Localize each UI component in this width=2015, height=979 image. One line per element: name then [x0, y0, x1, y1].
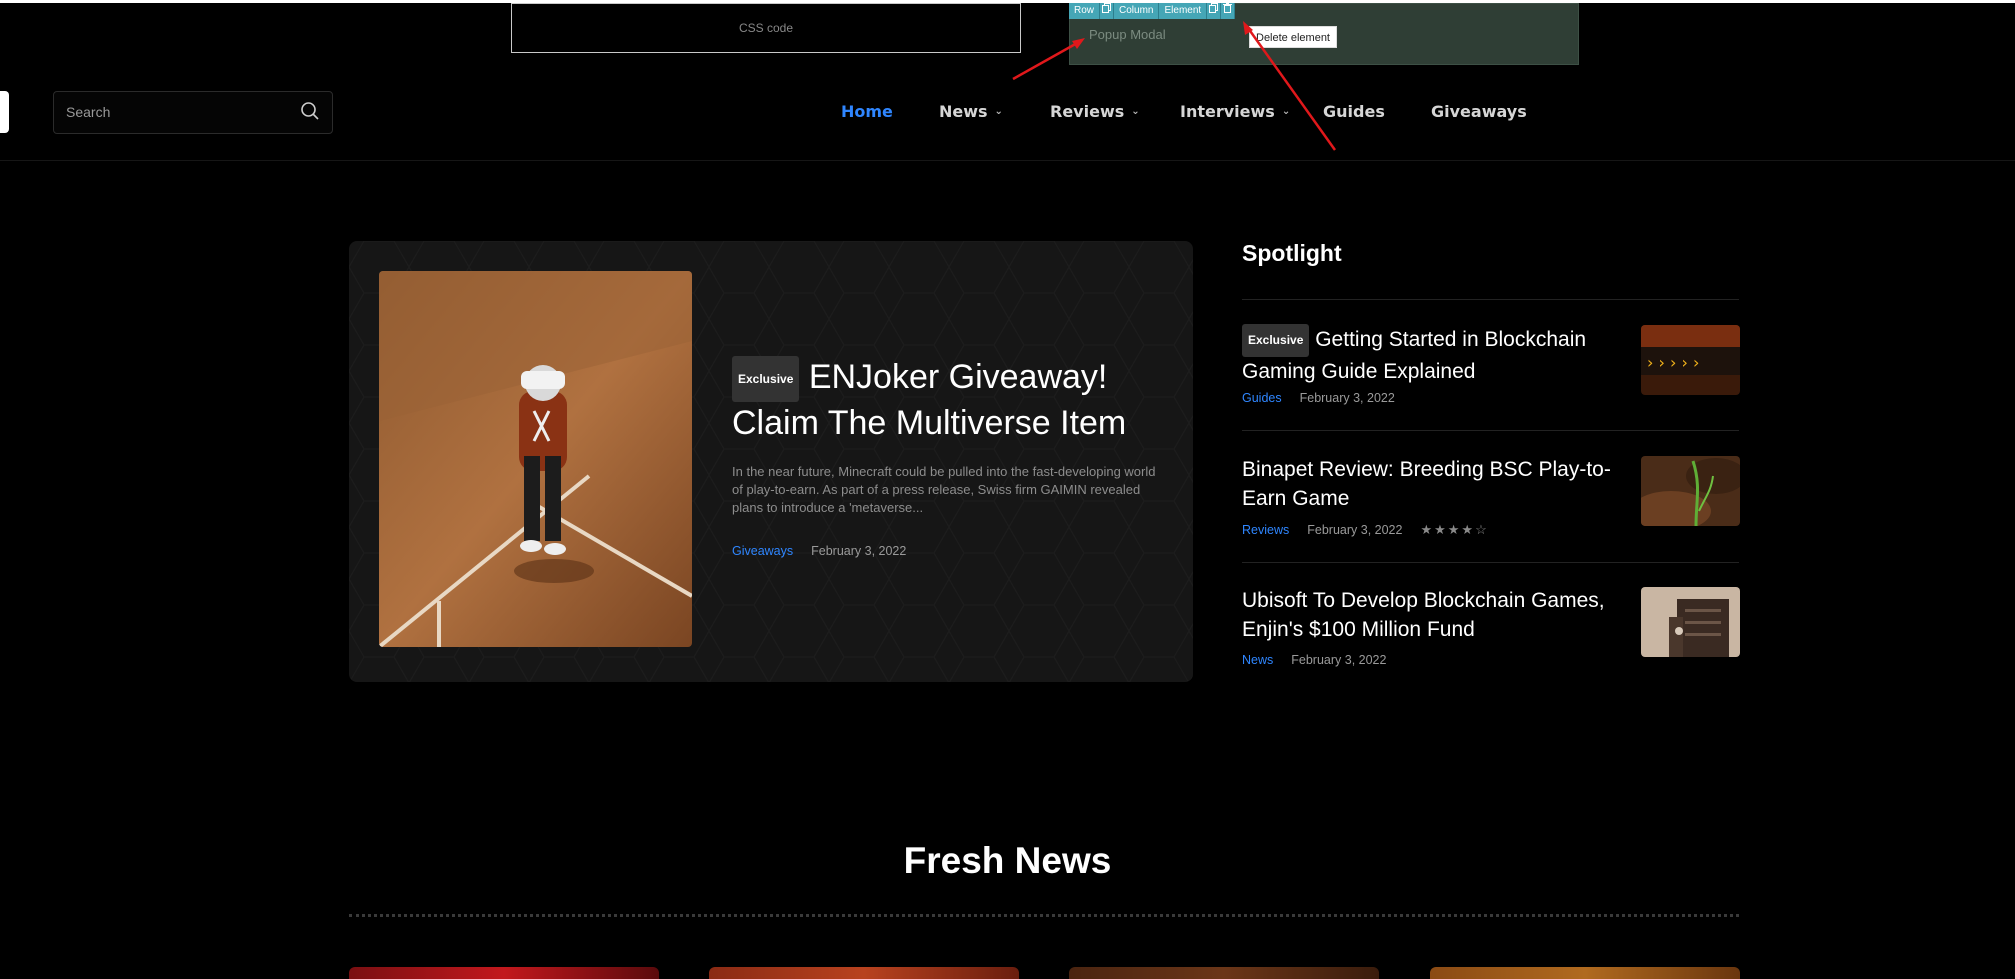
- rating-stars: ★★★★☆: [1420, 522, 1489, 537]
- spotlight-item-meta: News February 3, 2022: [1242, 653, 1386, 667]
- fresh-news-divider: [349, 914, 1739, 917]
- spotlight-item-meta: Guides February 3, 2022: [1242, 391, 1395, 405]
- chevron-down-icon: ⌄: [1131, 106, 1140, 117]
- spotlight-item-title-block[interactable]: Exclusive Getting Started in Blockchain …: [1242, 324, 1632, 386]
- spotlight-heading: Spotlight: [1242, 240, 1342, 266]
- featured-post-title-block[interactable]: Exclusive ENJoker Giveaway! Claim The Mu…: [732, 356, 1172, 444]
- nav-news[interactable]: News ⌄: [939, 102, 1003, 121]
- nav-news-label: News: [939, 102, 988, 121]
- header-divider: [0, 160, 2015, 161]
- spotlight-item-thumbnail[interactable]: › › › › ›: [1641, 325, 1740, 395]
- spotlight-item-category[interactable]: Reviews: [1242, 523, 1289, 537]
- spotlight-item-title[interactable]: Binapet Review: Breeding BSC Play-to-Ear…: [1242, 455, 1632, 513]
- edge-button[interactable]: [0, 91, 9, 133]
- nav-reviews-label: Reviews: [1050, 102, 1125, 121]
- fresh-news-card[interactable]: [1430, 967, 1740, 979]
- featured-post-image[interactable]: [379, 271, 692, 647]
- spotlight-item-date: February 3, 2022: [1291, 653, 1387, 667]
- spotlight-item-date: February 3, 2022: [1307, 523, 1403, 537]
- exclusive-badge: Exclusive: [1242, 324, 1310, 357]
- search-icon[interactable]: [300, 101, 320, 125]
- featured-post-date: February 3, 2022: [811, 544, 907, 558]
- nav-home[interactable]: Home: [841, 102, 893, 121]
- fresh-news-heading: Fresh News: [903, 840, 1112, 881]
- nav-interviews-label: Interviews: [1180, 102, 1275, 121]
- spotlight-divider: [1242, 562, 1739, 563]
- spotlight-divider: [1242, 430, 1739, 431]
- exclusive-badge: Exclusive: [732, 356, 800, 403]
- nav-giveaways[interactable]: Giveaways: [1431, 102, 1527, 121]
- fresh-news-card[interactable]: [349, 967, 659, 979]
- nav-giveaways-label: Giveaways: [1431, 102, 1527, 121]
- spotlight-item-thumbnail[interactable]: [1641, 587, 1740, 657]
- nav-reviews[interactable]: Reviews ⌄: [1050, 102, 1140, 121]
- featured-post-meta: Giveaways February 3, 2022: [732, 544, 906, 558]
- spotlight-item-category[interactable]: News: [1242, 653, 1273, 667]
- featured-post-category[interactable]: Giveaways: [732, 544, 793, 558]
- chevron-down-icon: ⌄: [994, 106, 1003, 117]
- nav-interviews[interactable]: Interviews ⌄: [1180, 102, 1290, 121]
- search-placeholder: Search: [66, 104, 111, 120]
- nav-guides-label: Guides: [1323, 102, 1385, 121]
- spotlight-item-category[interactable]: Guides: [1242, 391, 1282, 405]
- spotlight-item-meta: Reviews February 3, 2022 ★★★★☆: [1242, 522, 1489, 538]
- spotlight-item-title[interactable]: Ubisoft To Develop Blockchain Games, Enj…: [1242, 586, 1632, 644]
- nav-guides[interactable]: Guides: [1323, 102, 1385, 121]
- fresh-news-card[interactable]: [709, 967, 1019, 979]
- svg-text:› › › › ›: › › › › ›: [1647, 353, 1699, 372]
- nav-home-label: Home: [841, 102, 893, 121]
- featured-post-excerpt: In the near future, Minecraft could be p…: [732, 464, 1156, 515]
- chevron-down-icon: ⌄: [1281, 106, 1291, 117]
- fresh-news-card[interactable]: [1069, 967, 1379, 979]
- spotlight-divider: [1242, 299, 1739, 300]
- spotlight-item-thumbnail[interactable]: [1641, 456, 1740, 526]
- spotlight-item-date: February 3, 2022: [1299, 391, 1395, 405]
